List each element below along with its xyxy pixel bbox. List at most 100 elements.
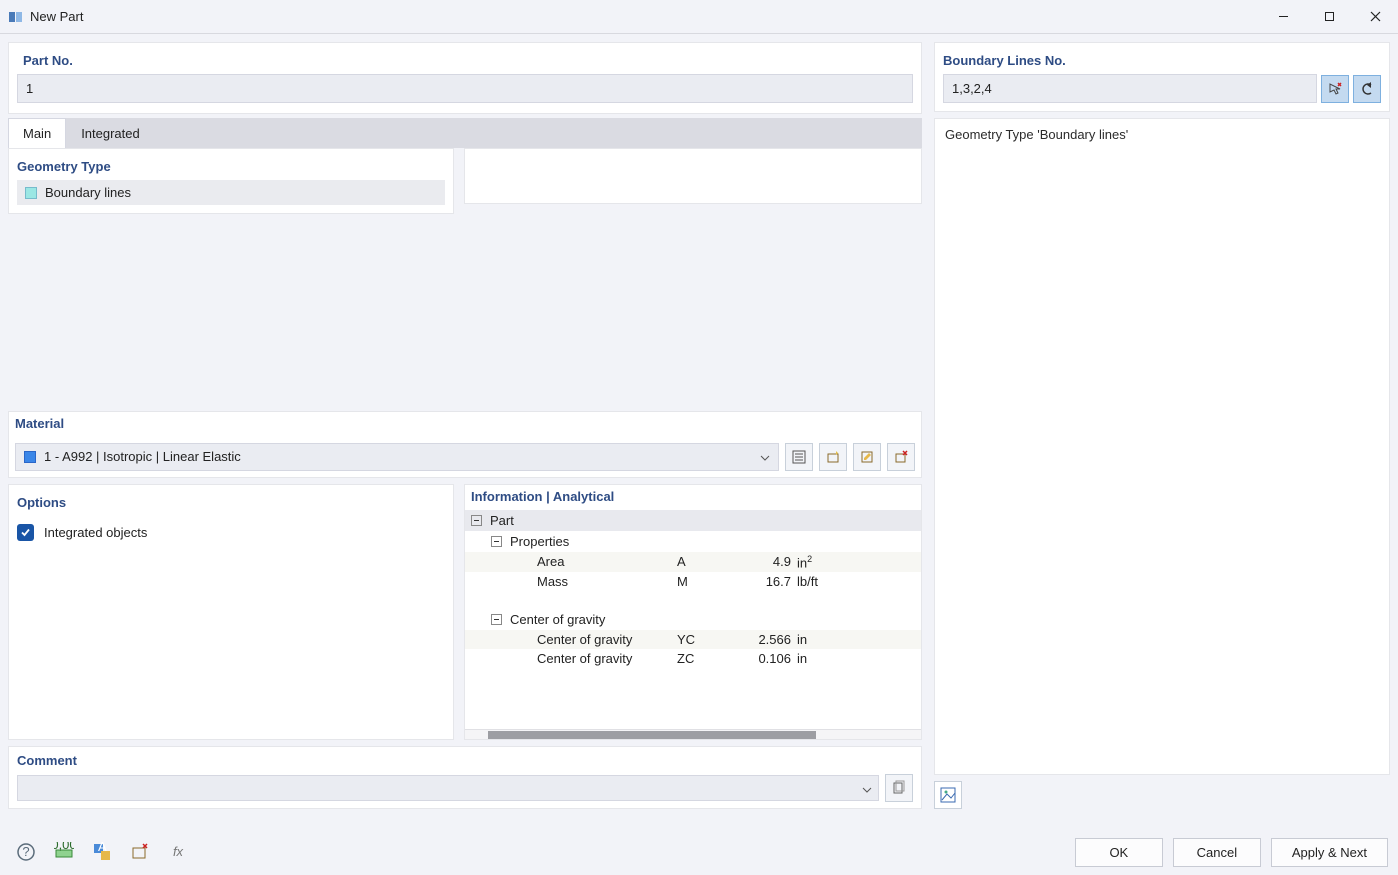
- material-edit-button[interactable]: [853, 443, 881, 471]
- geometry-type-value: Boundary lines: [45, 185, 131, 200]
- material-group-full: Material 1 - A992 | Isotropic | Linear E…: [8, 411, 922, 478]
- options-group: Options Integrated objects: [8, 484, 454, 741]
- material-new-button[interactable]: [819, 443, 847, 471]
- svg-text:fx: fx: [173, 844, 184, 859]
- material-value: 1 - A992 | Isotropic | Linear Elastic: [44, 449, 241, 464]
- tree-leaf-zc: Center of gravity ZC 0.106 in: [465, 649, 921, 668]
- tab-main[interactable]: Main: [8, 118, 66, 148]
- comment-select[interactable]: [17, 775, 879, 801]
- app-icon: [8, 9, 24, 25]
- help-button[interactable]: ?: [10, 837, 42, 867]
- material-row: 1 - A992 | Isotropic | Linear Elastic: [9, 437, 921, 477]
- lower-two-col: Options Integrated objects Information |…: [8, 484, 922, 741]
- material-select[interactable]: 1 - A992 | Isotropic | Linear Elastic: [15, 443, 779, 471]
- material-swatch: [24, 451, 36, 463]
- help-graphics-button[interactable]: [934, 781, 962, 809]
- right-column: Boundary Lines No. Geometry Type 'Bounda…: [934, 42, 1390, 809]
- tabs: Main Integrated: [8, 118, 922, 148]
- leaf-sym: ZC: [677, 651, 737, 666]
- leaf-val: 2.566: [737, 632, 797, 647]
- collapse-icon[interactable]: [491, 614, 502, 625]
- collapse-icon[interactable]: [471, 515, 482, 526]
- part-no-label: Part No.: [17, 49, 913, 74]
- boundary-lines-input[interactable]: [943, 74, 1317, 103]
- geometry-type-value-row: Boundary lines: [17, 180, 445, 205]
- tree-node-properties[interactable]: Properties: [465, 531, 921, 552]
- minimize-button[interactable]: [1260, 0, 1306, 34]
- translate-button[interactable]: A: [86, 837, 118, 867]
- scrollbar-thumb[interactable]: [488, 731, 816, 739]
- collapse-icon[interactable]: [491, 536, 502, 547]
- chevron-down-icon: [862, 781, 872, 796]
- horizontal-scrollbar[interactable]: [465, 729, 921, 739]
- leaf-name: Center of gravity: [537, 651, 677, 666]
- info-heading: Information | Analytical: [465, 485, 921, 510]
- leaf-unit: in2: [797, 554, 812, 570]
- sub-right: [464, 148, 922, 405]
- svg-text:?: ?: [22, 844, 29, 859]
- tree-leaf-yc: Center of gravity YC 2.566 in: [465, 630, 921, 649]
- leaf-val: 4.9: [737, 554, 797, 569]
- part-no-input[interactable]: [17, 74, 913, 103]
- preview-placeholder: [464, 148, 922, 204]
- tree-leaf-area: Area A 4.9 in2: [465, 552, 921, 572]
- geometry-type-swatch: [25, 187, 37, 199]
- maximize-button[interactable]: [1306, 0, 1352, 34]
- reset-button[interactable]: [124, 837, 156, 867]
- cancel-button[interactable]: Cancel: [1173, 838, 1261, 867]
- info-tree: Part Properties Area A 4.9 in2: [465, 510, 921, 730]
- units-button[interactable]: 0,00: [48, 837, 80, 867]
- info-group: Information | Analytical Part Properties…: [464, 484, 922, 741]
- ok-button[interactable]: OK: [1075, 838, 1163, 867]
- help-text: Geometry Type 'Boundary lines': [945, 127, 1128, 142]
- leaf-val: 0.106: [737, 651, 797, 666]
- footer-tools: ? 0,00 A fx: [10, 837, 194, 867]
- page-body: Part No. Main Integrated Geometry Type B…: [0, 34, 1398, 817]
- tree-node-part-label: Part: [490, 513, 514, 528]
- comment-group: Comment: [8, 746, 922, 809]
- leaf-unit: in: [797, 632, 807, 647]
- tree-node-properties-label: Properties: [510, 534, 569, 549]
- tree-node-cog[interactable]: Center of gravity: [465, 609, 921, 630]
- comment-copy-button[interactable]: [885, 774, 913, 802]
- boundary-lines-label: Boundary Lines No.: [943, 49, 1381, 74]
- tab-integrated[interactable]: Integrated: [66, 118, 155, 148]
- window-controls: [1260, 0, 1398, 34]
- leaf-unit: lb/ft: [797, 574, 818, 589]
- part-no-group: Part No.: [8, 42, 922, 114]
- chevron-down-icon: [760, 449, 770, 464]
- material-library-button[interactable]: [785, 443, 813, 471]
- tab-content: Geometry Type Boundary lines: [8, 148, 922, 405]
- geometry-type-group: Geometry Type Boundary lines: [8, 148, 454, 214]
- geometry-type-label: Geometry Type: [17, 155, 445, 180]
- dialog-footer: ? 0,00 A fx OK Cancel Apply & Next: [0, 829, 1398, 875]
- footer-actions: OK Cancel Apply & Next: [1075, 838, 1388, 867]
- titlebar-left: New Part: [8, 9, 83, 25]
- close-button[interactable]: [1352, 0, 1398, 34]
- material-delete-button[interactable]: [887, 443, 915, 471]
- leaf-name: Area: [537, 554, 677, 569]
- formula-button[interactable]: fx: [162, 837, 194, 867]
- integrated-objects-row: Integrated objects: [17, 524, 445, 541]
- integrated-objects-label: Integrated objects: [44, 525, 147, 540]
- comment-row: [17, 774, 913, 802]
- reverse-button[interactable]: [1353, 75, 1381, 103]
- tree-node-cog-label: Center of gravity: [510, 612, 605, 627]
- svg-text:0,00: 0,00: [54, 842, 74, 852]
- tree-leaf-mass: Mass M 16.7 lb/ft: [465, 572, 921, 591]
- tree-node-part[interactable]: Part: [465, 510, 921, 531]
- leaf-unit: in: [797, 651, 807, 666]
- leaf-val: 16.7: [737, 574, 797, 589]
- leaf-sym: M: [677, 574, 737, 589]
- window-titlebar: New Part: [0, 0, 1398, 34]
- pick-lines-button[interactable]: [1321, 75, 1349, 103]
- comment-label: Comment: [17, 753, 913, 774]
- options-col: Options Integrated objects: [8, 484, 454, 741]
- leaf-name: Mass: [537, 574, 677, 589]
- options-label: Options: [17, 495, 445, 516]
- integrated-objects-checkbox[interactable]: [17, 524, 34, 541]
- leaf-sym: A: [677, 554, 737, 569]
- sub-left: Geometry Type Boundary lines: [8, 148, 454, 405]
- leaf-name: Center of gravity: [537, 632, 677, 647]
- apply-next-button[interactable]: Apply & Next: [1271, 838, 1388, 867]
